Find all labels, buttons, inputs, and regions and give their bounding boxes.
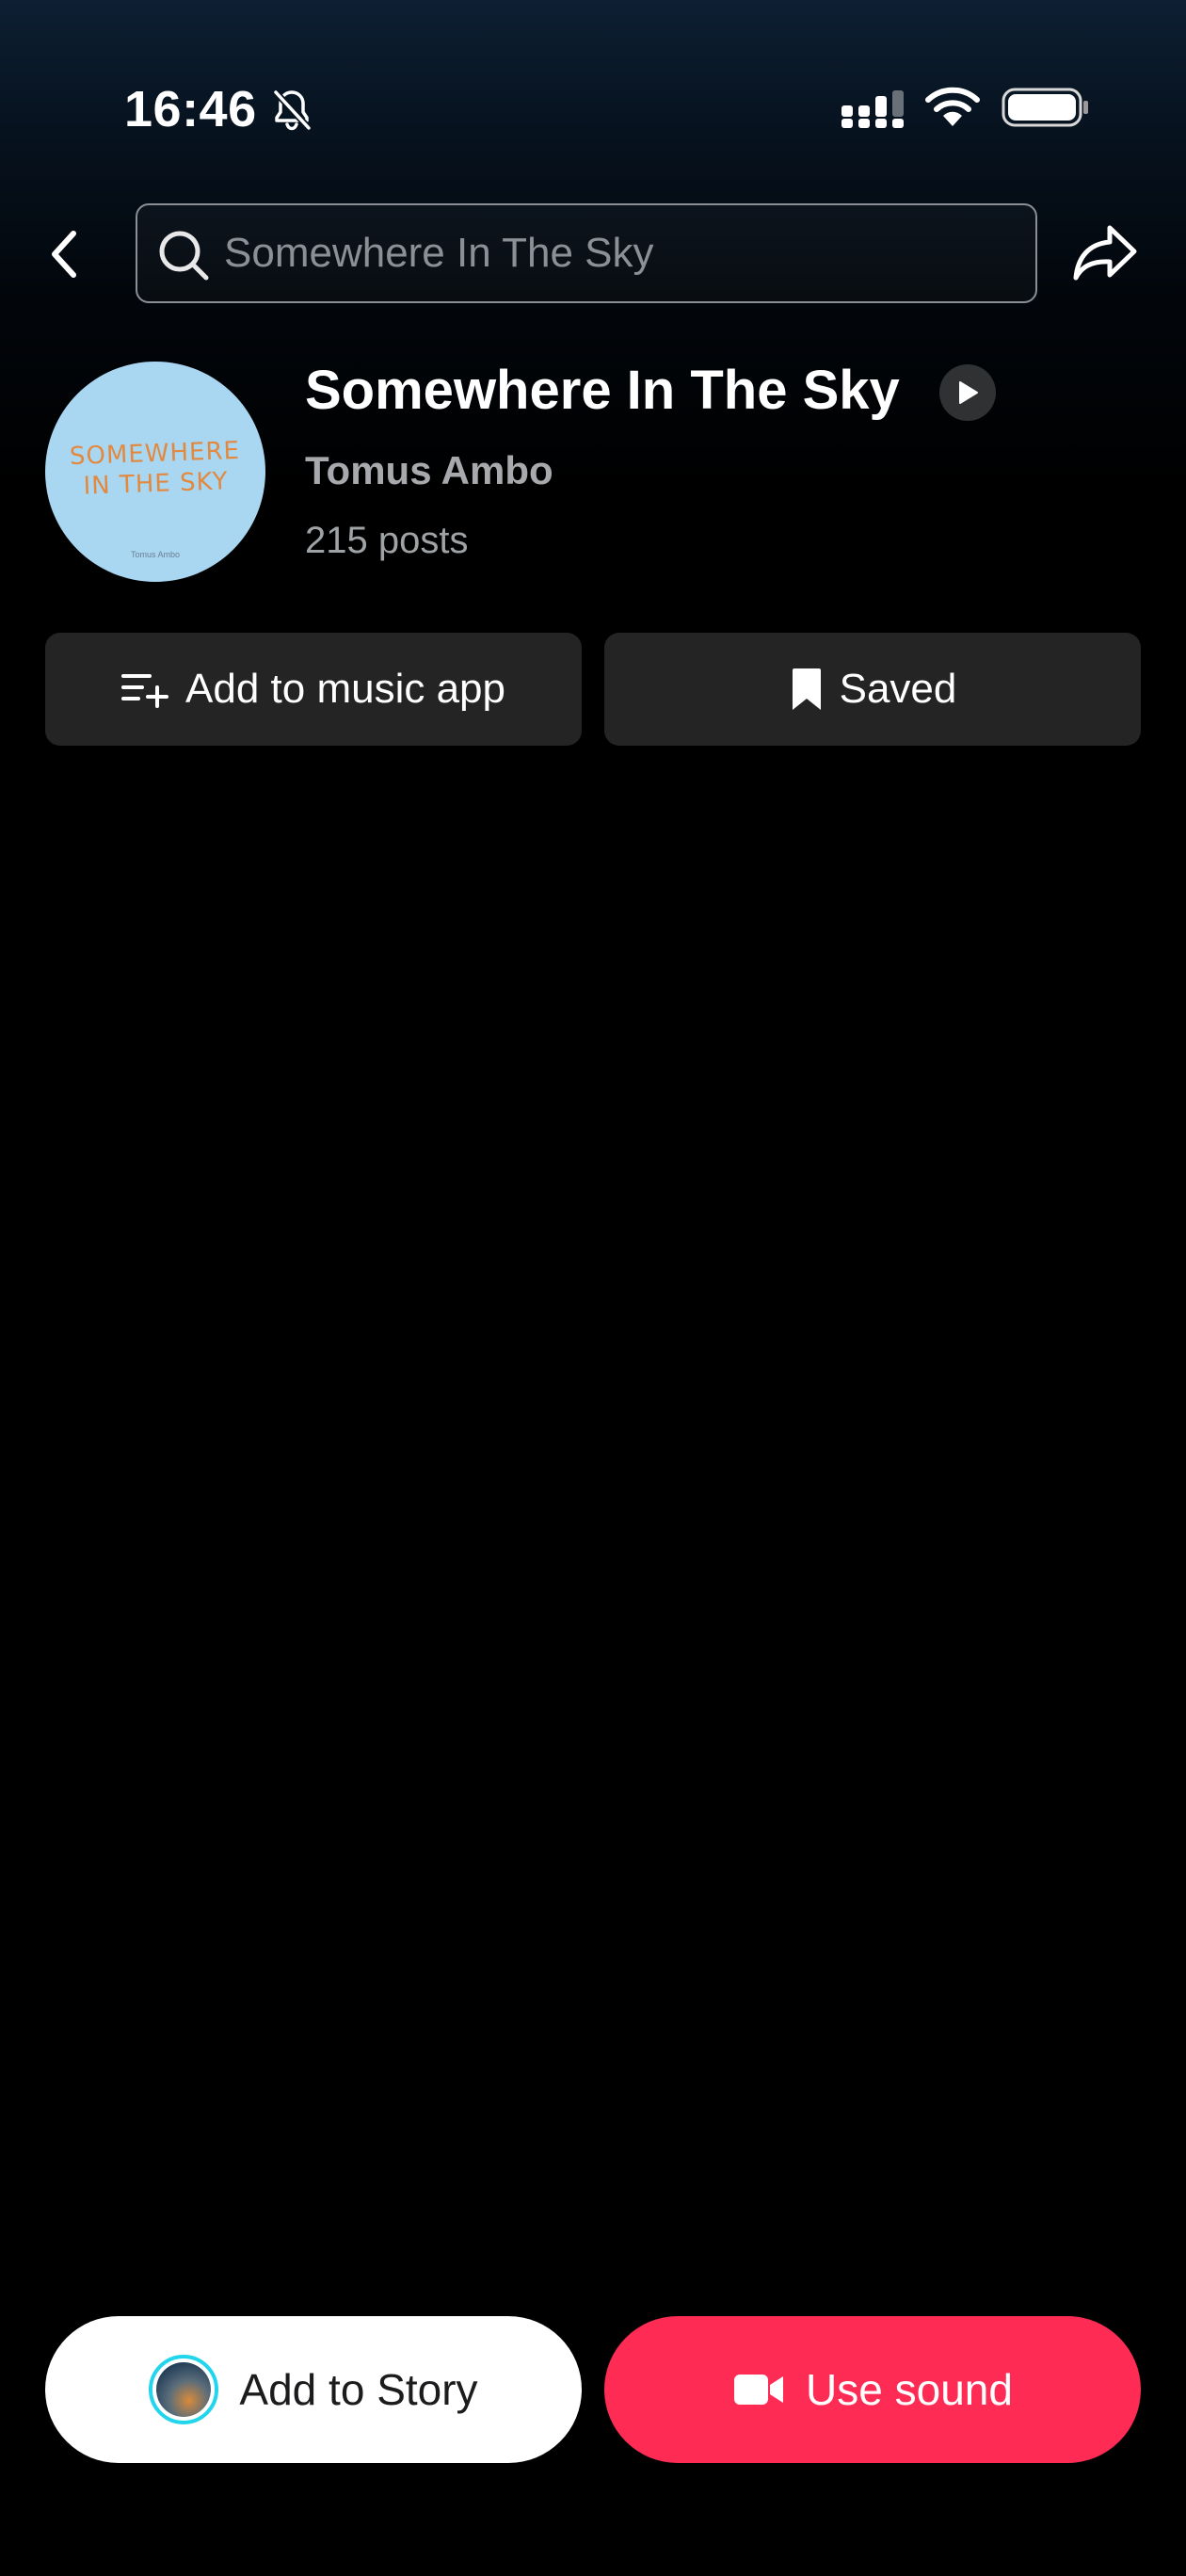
add-to-story-button[interactable]: Add to Story <box>45 2316 582 2463</box>
status-bar: 16:46 <box>0 0 1186 217</box>
video-camera-icon <box>732 2372 785 2407</box>
share-button[interactable] <box>1067 215 1143 290</box>
use-sound-button[interactable]: Use sound <box>604 2316 1141 2463</box>
avatar-image <box>156 2362 212 2417</box>
use-sound-label: Use sound <box>806 2365 1013 2414</box>
wifi-icon <box>925 87 980 126</box>
sound-title: Somewhere In The Sky <box>305 360 900 421</box>
bell-muted-icon <box>273 89 312 131</box>
bookmark-icon <box>789 667 825 712</box>
search-icon <box>159 231 209 281</box>
sound-cover-art[interactable]: SOMEWHERE IN THE SKY Tomus Ambo <box>45 362 265 582</box>
play-button[interactable] <box>939 364 996 421</box>
saved-label: Saved <box>839 666 957 712</box>
add-to-story-label: Add to Story <box>239 2365 478 2414</box>
back-button[interactable] <box>34 218 94 290</box>
posts-count: 215 posts <box>305 520 469 561</box>
add-to-music-app-button[interactable]: Add to music app <box>45 633 582 746</box>
battery-icon <box>1002 88 1088 127</box>
status-time: 16:46 <box>124 81 257 137</box>
cover-art-footer: Tomus Ambo <box>130 550 181 559</box>
playlist-add-icon <box>121 670 170 708</box>
saved-button[interactable]: Saved <box>604 633 1141 746</box>
play-icon <box>959 381 978 404</box>
artist-name[interactable]: Tomus Ambo <box>305 444 553 497</box>
signal-icon <box>841 90 904 128</box>
avatar <box>149 2355 219 2424</box>
chevron-left-icon <box>52 231 76 278</box>
search-box[interactable] <box>136 203 1037 303</box>
search-input[interactable] <box>224 205 1015 301</box>
share-arrow-icon <box>1073 225 1137 281</box>
add-to-music-app-label: Add to music app <box>185 666 505 712</box>
cover-art-title: SOMEWHERE IN THE SKY <box>69 436 241 501</box>
